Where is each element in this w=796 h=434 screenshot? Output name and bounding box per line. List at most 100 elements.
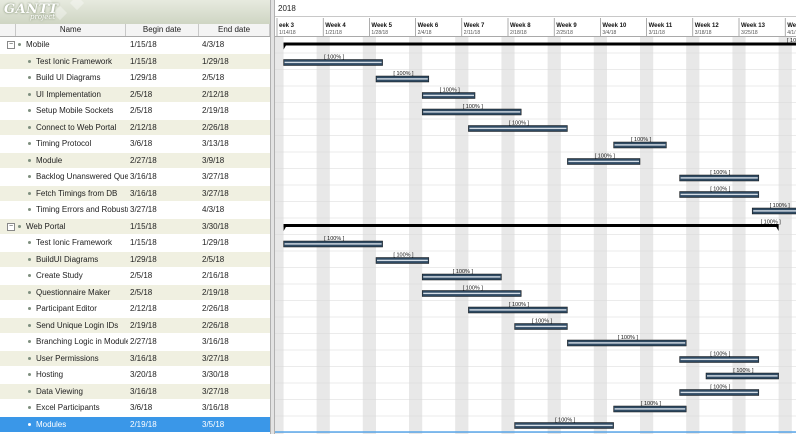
task-bar-progress	[680, 358, 758, 361]
task-row[interactable]: Timing Errors and Robustness3/27/18 4/3/1…	[0, 202, 270, 218]
task-row[interactable]: Module 2/27/18 3/9/18	[0, 152, 270, 169]
task-end-date: 3/5/18	[202, 419, 225, 429]
week-date-label: 2/11/18	[464, 30, 481, 36]
task-end-date: 2/5/18	[202, 73, 225, 82]
task-end-date: 3/30/18	[202, 370, 229, 379]
task-row[interactable]: Participant Editor 2/12/18 2/26/18	[0, 301, 270, 317]
task-begin-date: 2/12/18	[130, 304, 157, 313]
task-name: BuildUI Diagrams	[36, 254, 99, 264]
task-bullet-icon	[28, 109, 31, 112]
collapse-toggle-icon[interactable]: −	[7, 222, 15, 231]
task-row[interactable]: Connect to Web Portal 2/12/18 2/26/18	[0, 119, 270, 136]
collapse-toggle-icon[interactable]: −	[7, 41, 15, 49]
task-begin-date: 2/5/18	[130, 89, 153, 99]
task-bullet-icon	[28, 175, 31, 178]
task-end-date: 1/29/18	[202, 56, 229, 66]
week-date-label: 4/1/18	[787, 30, 796, 36]
gantt-chart[interactable]: eek 3 1/14/18 Week 4 1/21/18 Week 5 1/28/18 We…	[275, 0, 796, 434]
weekend-band	[686, 37, 700, 434]
week-label: Week 11	[649, 23, 673, 29]
task-row[interactable]: Create Study 2/5/18 2/16/18	[0, 268, 270, 284]
task-begin-date: 3/16/18	[130, 386, 157, 396]
task-begin-date: 3/20/18	[130, 370, 157, 379]
week-label: Week 14	[787, 23, 796, 29]
task-row[interactable]: Build UI Diagrams 1/29/18 2/5/18	[0, 70, 270, 86]
week-label: Week 4	[325, 23, 346, 29]
task-group-row[interactable]: − Mobile 1/15/18 4/3/18	[0, 37, 270, 53]
gantt-project-window: GANTT project Name Begin date End date −…	[0, 0, 796, 434]
weekend-band	[409, 37, 423, 434]
task-name: Modules	[36, 419, 67, 429]
gantt-chart-canvas[interactable]: eek 31/14/18 Week 41/21/18 Week 51/28/18 We…	[275, 0, 796, 434]
logo-decoration-icon	[69, 0, 85, 11]
task-bar-progress	[680, 193, 758, 196]
task-bar-progress	[377, 259, 428, 262]
week-label: Week 12	[695, 23, 720, 29]
task-bar-progress	[377, 78, 428, 80]
weekend-band	[275, 37, 284, 434]
task-bullet-icon	[28, 158, 31, 162]
task-group-row[interactable]: − Web Portal 1/15/18 3/30/18	[0, 218, 270, 235]
task-name: Setup Mobile Sockets	[36, 106, 114, 115]
task-end-date: 2/19/18	[202, 287, 229, 297]
week-date-label: 3/4/18	[602, 30, 616, 36]
task-row[interactable]: Timing Protocol 3/6/18 3/13/18	[0, 136, 270, 152]
summary-bar[interactable]	[283, 224, 779, 227]
task-begin-date: 3/27/18	[130, 205, 157, 214]
weekend-band	[778, 37, 792, 434]
task-name: Excel Participants	[36, 403, 100, 412]
task-tree-header: Name Begin date End date	[0, 24, 270, 37]
task-bar-progress	[753, 210, 796, 212]
task-bar-progress	[568, 342, 686, 344]
task-row[interactable]: Test Ionic Framework 1/15/18 1/29/18	[0, 53, 270, 70]
task-begin-date: 2/5/18	[130, 271, 153, 280]
task-end-date: 4/3/18	[202, 40, 225, 49]
begin-date-column-header[interactable]: Begin date	[126, 24, 199, 36]
week-label: Week 9	[556, 23, 577, 29]
task-row[interactable]: Data Viewing 3/16/18 3/27/18	[0, 383, 270, 400]
task-row[interactable]: Setup Mobile Sockets 2/5/18 2/19/18	[0, 103, 270, 119]
summary-bar[interactable]	[283, 42, 796, 46]
task-bar-progress	[680, 391, 758, 394]
task-begin-date: 2/19/18	[130, 419, 157, 429]
task-row[interactable]: UI Implementation 2/5/18 2/12/18	[0, 86, 270, 103]
week-date-label: 1/21/18	[325, 30, 342, 36]
task-row[interactable]: Send Unique Login IDs 2/19/18 2/26/18	[0, 317, 270, 334]
task-begin-date: 2/12/18	[130, 122, 157, 132]
task-end-date: 3/27/18	[202, 172, 229, 181]
task-row[interactable]: Excel Participants 3/6/18 3/16/18	[0, 400, 270, 416]
task-bar-progress	[515, 325, 567, 328]
task-bar-progress	[423, 276, 501, 278]
ganttproject-logo: GANTT project	[0, 0, 270, 25]
timeline-year-label: 2018	[275, 0, 796, 17]
week-label: Week 5	[371, 23, 392, 29]
end-date-column-header[interactable]: End date	[199, 24, 270, 36]
task-name: Questionnaire Maker	[36, 287, 111, 297]
task-bar-progress	[284, 61, 382, 64]
task-row[interactable]: User Permissions 3/16/18 3/27/18	[0, 350, 270, 367]
task-end-date: 2/5/18	[202, 254, 225, 264]
task-end-date: 3/9/18	[202, 155, 225, 165]
task-row[interactable]: Modules 2/19/18 3/5/18	[0, 416, 270, 433]
task-row[interactable]: Fetch Timings from DB 3/16/18 3/27/18	[0, 185, 270, 202]
task-bullet-icon	[28, 274, 31, 277]
task-begin-date: 3/16/18	[130, 353, 157, 363]
task-row[interactable]: Questionnaire Maker 2/5/18 2/19/18	[0, 284, 270, 301]
task-begin-date: 2/5/18	[130, 287, 153, 297]
name-column-header[interactable]: Name	[16, 24, 126, 36]
task-end-date: 2/26/18	[202, 122, 229, 132]
task-bar-progress	[469, 127, 567, 130]
task-row[interactable]: Hosting 3/20/18 3/30/18	[0, 367, 270, 383]
task-row[interactable]: Branching Logic in Modules 2/27/18 3/16/18	[0, 334, 270, 350]
task-name: Participant Editor	[36, 304, 97, 313]
task-begin-date: 1/15/18	[130, 56, 157, 66]
task-row[interactable]: Test Ionic Framework 1/15/18 1/29/18	[0, 235, 270, 251]
task-bullet-icon	[28, 422, 31, 426]
header-expand-column	[0, 24, 16, 36]
task-bullet-icon	[28, 323, 31, 327]
task-row[interactable]: Backlog Unanswered Questions3/16/18 3/27/…	[0, 169, 270, 185]
task-name: Connect to Web Portal	[36, 122, 117, 132]
group-bullet-icon	[18, 43, 21, 46]
task-row[interactable]: BuildUI Diagrams 1/29/18 2/5/18	[0, 251, 270, 268]
week-date-label: 3/11/18	[649, 30, 666, 36]
